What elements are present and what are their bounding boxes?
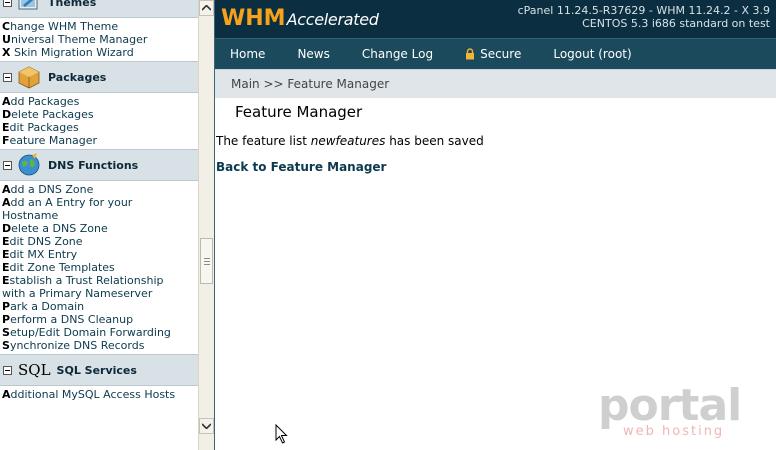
nav-bar: Home News Change Log Secure Logout (root… [215, 38, 776, 69]
sidebar-item-add-packages[interactable]: Add Packages [2, 95, 198, 108]
scroll-up-button[interactable] [199, 0, 214, 16]
sidebar-item-edit-packages[interactable]: Edit Packages [2, 121, 198, 134]
logo-main: WHM [221, 6, 286, 31]
content: Feature Manager The feature list newfeat… [215, 98, 776, 174]
sidebar-item-edit-mx-entry[interactable]: Edit MX Entry [2, 248, 198, 261]
section-title: SQL Services [56, 363, 137, 377]
portal-watermark: portal web hosting [598, 384, 748, 444]
collapse-toggle-icon[interactable] [3, 0, 12, 7]
whm-logo: WHM Accelerated [221, 6, 379, 31]
logo-sub: Accelerated [286, 10, 379, 29]
section-list-packages: Add Packages Delete Packages Edit Packag… [0, 93, 198, 149]
back-to-feature-manager-link[interactable]: Back to Feature Manager [215, 160, 776, 174]
sidebar-item-delete-packages[interactable]: Delete Packages [2, 108, 198, 121]
page-title: Feature Manager [235, 103, 363, 121]
sidebar-item-dns-cleanup[interactable]: Perform a DNS Cleanup [2, 313, 198, 326]
sidebar-item-establish-trust-cont[interactable]: with a Primary Nameserver [2, 287, 198, 300]
nav-secure[interactable]: Secure [449, 47, 537, 61]
grip-icon [203, 257, 210, 265]
section-title: Themes [48, 0, 97, 9]
nav-home[interactable]: Home [215, 47, 281, 61]
chevron-up-icon [202, 5, 211, 11]
nav-logout[interactable]: Logout (root) [537, 47, 647, 61]
themes-icon [16, 0, 42, 14]
sidebar-item-add-a-entry[interactable]: Add an A Entry for your [2, 196, 198, 209]
sql-icon: SQL [18, 361, 51, 379]
sidebar-item-edit-zone-templates[interactable]: Edit Zone Templates [2, 261, 198, 274]
sidebar-item-add-dns-zone[interactable]: Add a DNS Zone [2, 183, 198, 196]
section-title: DNS Functions [48, 158, 139, 172]
sidebar-item-feature-manager[interactable]: Feature Manager [2, 134, 198, 147]
packages-icon [16, 65, 42, 89]
breadcrumb: Main >> Feature Manager [215, 69, 776, 98]
collapse-toggle-icon[interactable] [3, 365, 12, 375]
sidebar: Themes Change WHM Theme Universal Theme … [0, 0, 214, 450]
scroll-thumb[interactable] [200, 238, 213, 284]
sidebar-scrollbar[interactable] [198, 0, 214, 450]
section-header-themes[interactable]: Themes [0, 0, 198, 18]
sidebar-item-skin-migration-wizard[interactable]: X Skin Migration Wizard [2, 46, 198, 59]
sidebar-item-sync-dns[interactable]: Synchronize DNS Records [2, 339, 198, 352]
feature-list-name: newfeatures [310, 134, 386, 148]
scroll-down-button[interactable] [199, 418, 214, 434]
mouse-cursor-icon [275, 424, 288, 444]
chevron-down-icon [202, 423, 211, 429]
dns-globe-icon [16, 153, 42, 177]
section-list-dns: Add a DNS Zone Add an A Entry for your H… [0, 181, 198, 354]
sidebar-item-park-domain[interactable]: Park a Domain [2, 300, 198, 313]
sidebar-item-domain-forwarding[interactable]: Setup/Edit Domain Forwarding [2, 326, 198, 339]
version-line-2: CENTOS 5.3 i686 standard on test [582, 17, 770, 30]
section-list-themes: Change WHM Theme Universal Theme Manager… [0, 18, 198, 61]
nav-news[interactable]: News [281, 47, 345, 61]
watermark-brand: portal [598, 380, 742, 431]
sidebar-item-mysql-access-hosts[interactable]: Additional MySQL Access Hosts [2, 388, 198, 401]
sidebar-item-edit-dns-zone[interactable]: Edit DNS Zone [2, 235, 198, 248]
collapse-toggle-icon[interactable] [3, 72, 12, 82]
lock-icon [466, 48, 475, 60]
sidebar-item-universal-theme-manager[interactable]: Universal Theme Manager [2, 33, 198, 46]
nav-change-log[interactable]: Change Log [346, 47, 449, 61]
top-header: WHM Accelerated cPanel 11.24.5-R37629 - … [215, 0, 776, 38]
sidebar-item-establish-trust[interactable]: Establish a Trust Relationship [2, 274, 198, 287]
sidebar-item-delete-dns-zone[interactable]: Delete a DNS Zone [2, 222, 198, 235]
status-message: The feature list newfeatures has been sa… [216, 134, 484, 148]
section-title: Packages [48, 70, 107, 84]
sidebar-item-change-whm-theme[interactable]: Change WHM Theme [2, 20, 198, 33]
section-header-packages[interactable]: Packages [0, 61, 198, 93]
version-info: cPanel 11.24.5-R37629 - WHM 11.24.2 - X … [518, 4, 770, 30]
version-line-1: cPanel 11.24.5-R37629 - WHM 11.24.2 - X … [517, 4, 770, 17]
nav-secure-label: Secure [480, 47, 522, 61]
section-list-sql: Additional MySQL Access Hosts [0, 386, 198, 403]
section-header-dns-functions[interactable]: DNS Functions [0, 149, 198, 181]
sidebar-content: Themes Change WHM Theme Universal Theme … [0, 0, 198, 403]
watermark-tagline: web hosting [623, 424, 725, 439]
sidebar-item-add-a-entry-cont[interactable]: Hostname [2, 209, 198, 222]
section-header-sql-services[interactable]: SQL SQL Services [0, 354, 198, 386]
collapse-toggle-icon[interactable] [3, 160, 12, 170]
